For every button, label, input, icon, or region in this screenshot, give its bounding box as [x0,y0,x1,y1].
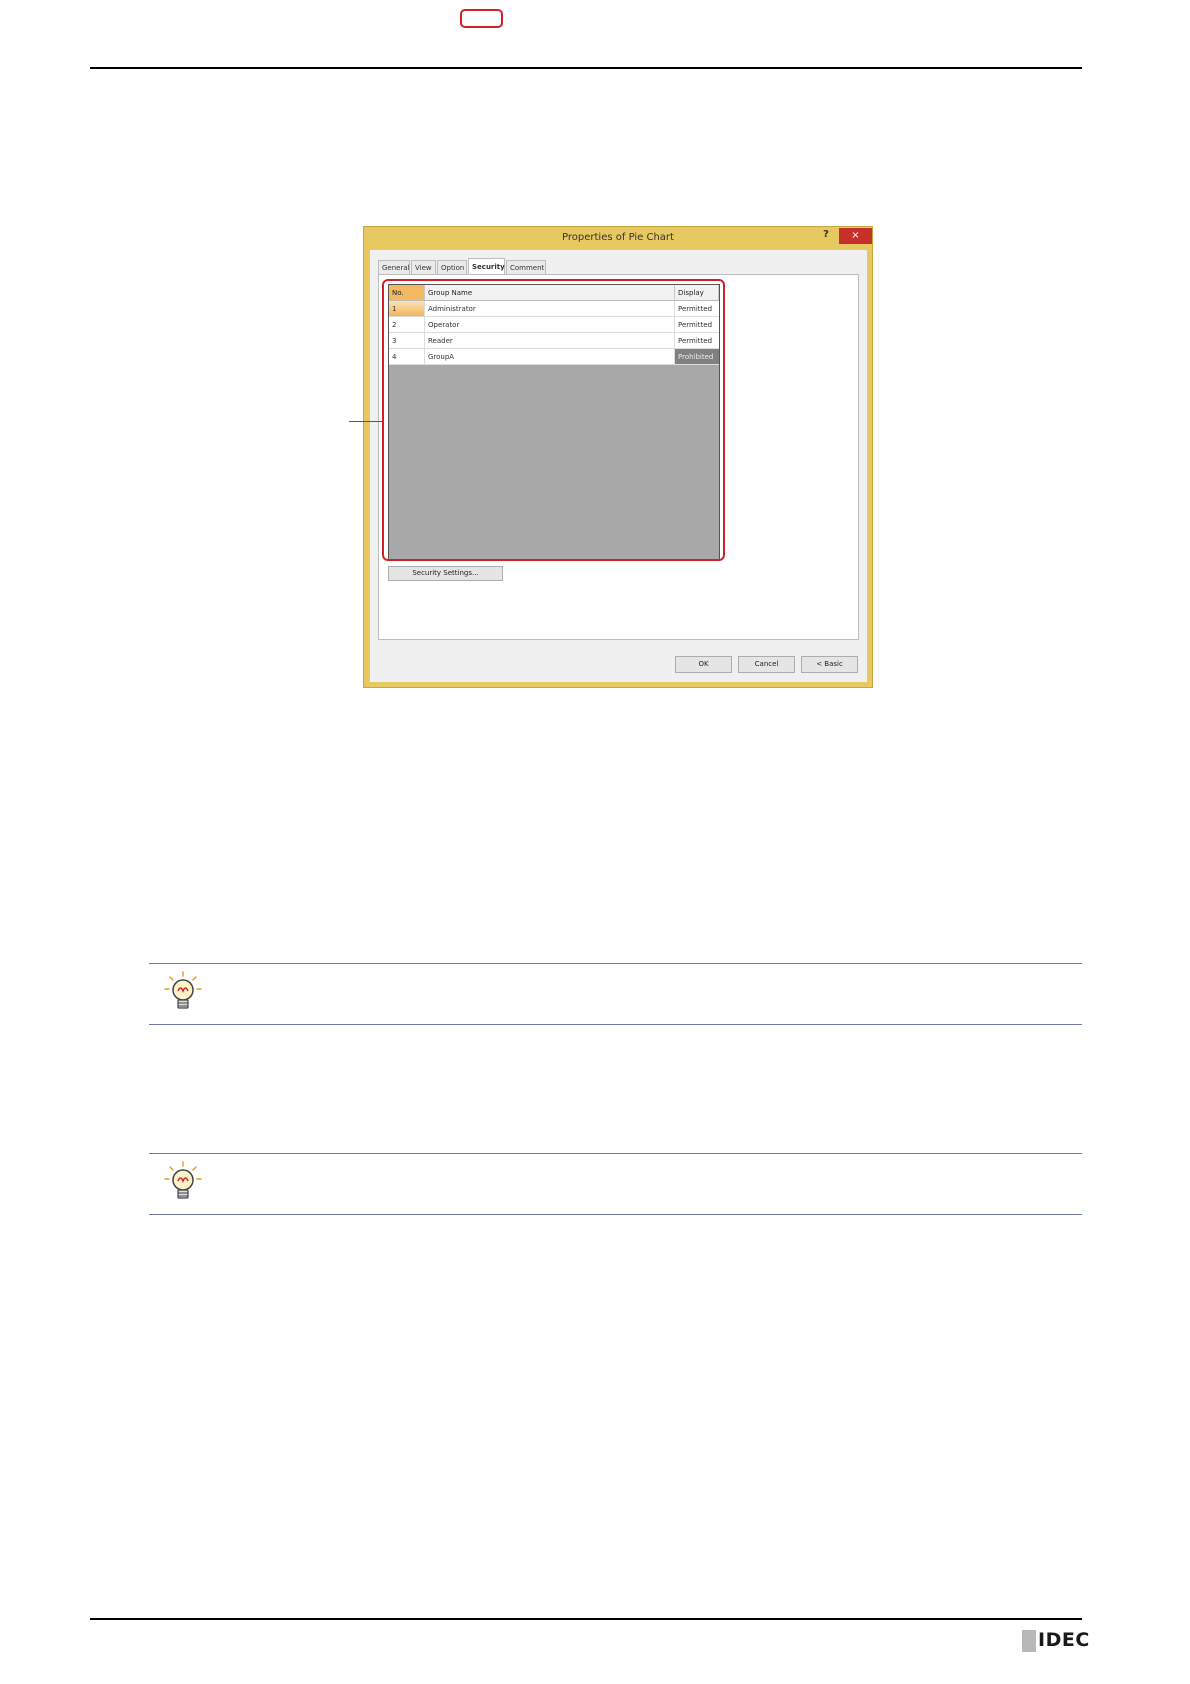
logo-mark [1022,1630,1036,1652]
cancel-button[interactable]: Cancel [738,656,795,673]
dialog-titlebar[interactable]: Properties of Pie Chart ? × [364,227,872,249]
footer-rule [90,1618,1082,1620]
tab-option[interactable]: Option [437,260,467,274]
hint-box-bottom-rule [149,1214,1082,1215]
tab-view[interactable]: View [411,260,436,274]
tab-security[interactable]: Security [468,258,505,274]
tab-general[interactable]: General [378,260,410,274]
hint-box-top-rule [149,1153,1082,1154]
callout-leader-line [349,421,382,422]
security-settings-button[interactable]: Security Settings... [388,566,503,581]
hint-box-top-rule [149,963,1082,964]
ok-button[interactable]: OK [675,656,732,673]
close-button[interactable]: × [839,228,872,244]
lightbulb-icon [164,971,202,1009]
tab-highlight-frame [460,9,503,28]
basic-button[interactable]: < Basic [801,656,858,673]
hint-box-bottom-rule [149,1024,1082,1025]
idec-logo: IDEC [1038,1629,1090,1651]
grid-highlight-frame [382,279,725,561]
dialog-title: Properties of Pie Chart [562,232,674,243]
tab-comment[interactable]: Comment [506,260,546,274]
header-rule [90,67,1082,69]
help-button[interactable]: ? [818,229,834,243]
lightbulb-icon [164,1161,202,1199]
